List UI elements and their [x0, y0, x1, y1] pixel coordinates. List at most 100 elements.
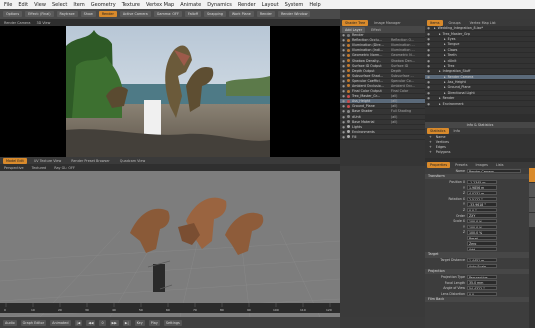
visibility-eye-icon[interactable]: ●	[340, 125, 347, 129]
raytrace-toggle[interactable]: Raytrace	[56, 11, 78, 17]
visibility-eye-icon[interactable]: ●	[340, 104, 347, 108]
tab-groups[interactable]: Groups	[446, 20, 464, 26]
menu-item[interactable]: Item	[73, 2, 84, 8]
property-value-field[interactable]: ZXY	[467, 213, 497, 218]
visibility-eye-icon[interactable]: ●	[340, 109, 347, 113]
last-frame-button[interactable]: ▶|	[122, 319, 131, 326]
active-camera-dropdown[interactable]: Active Camera	[119, 11, 151, 17]
shader-tree-row[interactable]: ● Fill	[340, 135, 425, 140]
property-section-header[interactable]: Film Back	[425, 296, 535, 303]
visibility-eye-icon[interactable]: ●	[425, 64, 432, 68]
menu-texture[interactable]: Texture	[122, 2, 140, 8]
visibility-eye-icon[interactable]: ●	[340, 33, 347, 37]
visibility-eye-icon[interactable]: ●	[340, 74, 347, 78]
menu-help[interactable]: Help	[309, 2, 320, 8]
menu-animate[interactable]: Animate	[180, 2, 201, 8]
menu-dynamics[interactable]: Dynamics	[207, 2, 232, 8]
visibility-eye-icon[interactable]: ●	[425, 96, 432, 100]
items-list[interactable]: ● ▸ Wedding_Integration_8.lxo* ● ▸ Trex_Maste…	[425, 26, 535, 114]
settings-button[interactable]: Settings	[163, 319, 182, 326]
render-button[interactable]: Render	[98, 11, 117, 17]
visibility-eye-icon[interactable]: ●	[340, 48, 347, 52]
visibility-eye-icon[interactable]: ●	[340, 64, 347, 68]
tab-render-preset[interactable]: Render Preset Browser	[68, 158, 113, 164]
property-value-field[interactable]: Add	[467, 246, 497, 252]
visibility-eye-icon[interactable]: ●	[340, 130, 347, 134]
menu-render[interactable]: Render	[238, 2, 256, 8]
menu-geometry[interactable]: Geometry	[91, 2, 116, 8]
animated-dropdown[interactable]: Animated	[50, 319, 71, 326]
raygl-toggle[interactable]: Ray GL: OFF	[54, 166, 75, 170]
visibility-eye-icon[interactable]: ●	[425, 91, 432, 95]
tab-shader-tree[interactable]: Shader Tree	[342, 19, 369, 26]
visibility-eye-icon[interactable]: ●	[340, 69, 347, 73]
shader-tree-list[interactable]: ● Render ● Reflection Occlu... Reflection O.…	[340, 33, 425, 166]
visibility-eye-icon[interactable]: ●	[425, 80, 432, 84]
property-value-field[interactable]: 100.0 %	[467, 224, 497, 229]
expand-arrow-icon[interactable]: ▸	[439, 32, 441, 36]
visibility-eye-icon[interactable]: ●	[340, 43, 347, 47]
property-value-field[interactable]: Perspective	[467, 274, 497, 280]
vertical-tab[interactable]	[529, 213, 535, 227]
visibility-eye-icon[interactable]: ●	[340, 84, 347, 88]
expand-arrow-icon[interactable]: ▸	[444, 85, 446, 89]
visibility-eye-icon[interactable]: ●	[340, 99, 347, 103]
item-row[interactable]: ● ▸ Environment	[425, 101, 535, 107]
visibility-eye-icon[interactable]: ●	[425, 85, 432, 89]
menu-edit[interactable]: Edit	[18, 2, 28, 8]
visibility-eye-icon[interactable]: ●	[425, 32, 432, 36]
prev-key-button[interactable]: ◀◀	[86, 319, 96, 326]
property-value-field[interactable]: Auto Scale	[467, 263, 497, 269]
expand-arrow-icon[interactable]: ▸	[444, 59, 446, 63]
vertical-tab[interactable]	[529, 198, 535, 212]
render-window-button[interactable]: Render Window	[277, 11, 311, 17]
visibility-eye-icon[interactable]: ●	[425, 75, 432, 79]
expand-arrow-icon[interactable]: ▸	[439, 69, 441, 73]
key-button[interactable]: Key	[134, 319, 145, 326]
property-value-field[interactable]: 1.4451 m	[467, 258, 497, 263]
visibility-eye-icon[interactable]: ●	[425, 102, 432, 106]
property-value-field[interactable]: Zero	[467, 241, 497, 246]
property-value-field[interactable]: 100.0 %	[467, 230, 497, 235]
visibility-eye-icon[interactable]: ●	[425, 69, 432, 73]
visibility-eye-icon[interactable]: ●	[340, 38, 347, 42]
menu-view[interactable]: View	[34, 2, 46, 8]
menu-select[interactable]: Select	[52, 2, 67, 8]
property-value-field[interactable]: Reset	[467, 235, 497, 241]
property-value-field[interactable]: 0.0 °	[467, 207, 497, 213]
statistics-list[interactable]: + Name + Vertices + Edges + Polygons	[425, 134, 535, 158]
tab-image-manager[interactable]: Image Manager	[371, 20, 404, 26]
expand-arrow-icon[interactable]: ▸	[444, 91, 446, 95]
expand-arrow-icon[interactable]: ▸	[444, 80, 446, 84]
visibility-eye-icon[interactable]: ●	[425, 53, 432, 57]
expand-plus-icon[interactable]: +	[429, 140, 432, 144]
property-value-field[interactable]: -33.9618 °	[467, 202, 497, 207]
tab-uv-texture[interactable]: UV Texture View	[31, 158, 64, 164]
shading-dropdown[interactable]: Textured	[32, 166, 47, 170]
viewport-camera-label[interactable]: Render Camera	[4, 21, 30, 25]
visibility-eye-icon[interactable]: ●	[340, 59, 347, 63]
timeline[interactable]: 0 10 20 30 40 50 60 70 80 90 100 110 120	[0, 303, 340, 313]
visibility-eye-icon[interactable]: ●	[425, 59, 432, 63]
show-dropdown[interactable]: Show	[80, 11, 96, 17]
audio-button[interactable]: Audio	[3, 319, 17, 326]
tab-quadcam[interactable]: Quadcam View	[117, 158, 148, 164]
frame-field[interactable]: 0	[99, 319, 106, 326]
visibility-eye-icon[interactable]: ●	[340, 89, 347, 93]
visibility-eye-icon[interactable]: ●	[425, 37, 432, 41]
expand-arrow-icon[interactable]: ▸	[444, 53, 446, 57]
expand-plus-icon[interactable]: +	[429, 135, 432, 139]
expand-arrow-icon[interactable]: ▸	[439, 96, 441, 100]
menu-file[interactable]: File	[4, 2, 12, 8]
statistics-row[interactable]: + Polygons	[425, 149, 535, 154]
expand-plus-icon[interactable]: +	[429, 150, 432, 154]
vertical-tab[interactable]	[529, 168, 535, 182]
snapping-button[interactable]: Snapping	[203, 11, 226, 17]
viewport-view-label[interactable]: 3D View	[36, 21, 50, 25]
expand-arrow-icon[interactable]: ▸	[439, 102, 441, 106]
falloff-button[interactable]: Falloff	[184, 11, 201, 17]
visibility-eye-icon[interactable]: ●	[340, 120, 347, 124]
perspective-dropdown[interactable]: Perspective	[4, 166, 24, 170]
visibility-eye-icon[interactable]: ●	[425, 26, 432, 30]
workplane-button[interactable]: Work Plane	[228, 11, 254, 17]
